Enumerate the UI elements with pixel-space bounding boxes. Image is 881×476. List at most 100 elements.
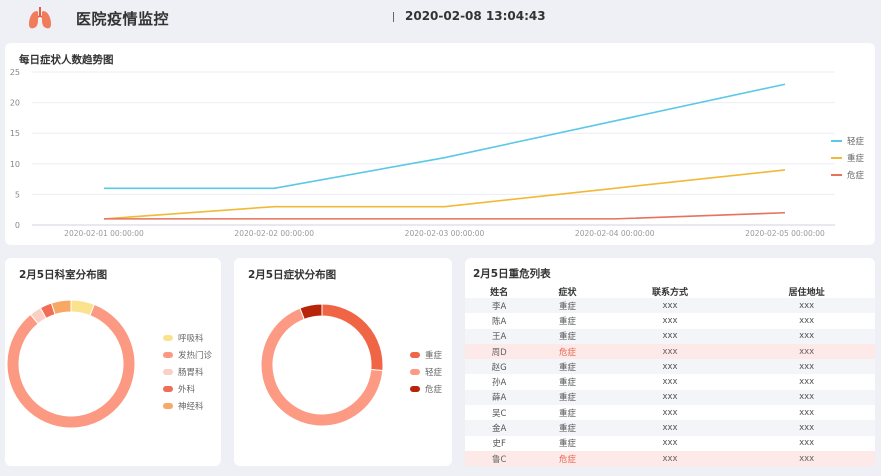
cell-name: 孙A <box>465 374 534 390</box>
legend-swatch <box>163 402 173 409</box>
y-tick-label: 10 <box>10 160 20 169</box>
table-row[interactable]: 周D 危症 xxx xxx <box>465 343 875 360</box>
legend-label: 外科 <box>178 384 196 395</box>
cell-contact: xxx <box>601 435 739 451</box>
cell-address: xxx <box>738 298 875 314</box>
cell-symptom: 危症 <box>533 450 602 467</box>
legend-swatch <box>410 368 420 375</box>
legend-item[interactable]: 危症 <box>831 166 864 183</box>
cell-address: xxx <box>738 313 875 329</box>
series-line-0[interactable] <box>104 83 786 190</box>
legend-swatch <box>831 156 842 159</box>
donut-slice[interactable] <box>299 303 323 320</box>
legend-item[interactable]: 危症 <box>410 380 442 397</box>
table-row[interactable]: 金A 重症 xxx xxx <box>465 420 875 436</box>
y-tick-label: 25 <box>10 68 20 77</box>
cell-name: 史F <box>465 435 534 451</box>
dept-chart-card: 2月5日科室分布图 呼吸科 发热门诊 肠胃科 外科 神经科 <box>5 258 221 466</box>
cell-symptom: 重症 <box>533 359 602 375</box>
critical-list-title: 2月5日重危列表 <box>473 268 551 280</box>
symptom-chart-card: 2月5日症状分布图 重症 轻症 危症 <box>234 258 452 466</box>
legend-label: 危症 <box>425 384 443 395</box>
cell-name: 薛A <box>465 389 534 406</box>
series-line-2[interactable] <box>104 211 786 220</box>
column-header-symptom: 症状 <box>558 288 577 298</box>
cell-symptom: 危症 <box>533 343 602 360</box>
cell-symptom: 重症 <box>533 389 602 406</box>
x-tick-label: 2020-02-01 00:00:00 <box>64 229 144 238</box>
cell-name: 李A <box>465 298 534 314</box>
trend-line-chart: 0 5 10 15 20 25 2020-02-01 00:00:00 2020-02-02 … <box>10 68 835 238</box>
table-row[interactable]: 吴C 重症 xxx xxx <box>465 405 875 421</box>
cell-name: 吴C <box>465 405 534 421</box>
legend-item[interactable]: 重症 <box>410 346 442 363</box>
cell-name: 周D <box>465 343 534 360</box>
legend-swatch <box>163 334 173 341</box>
table-row[interactable]: 鲁C 危症 xxx xxx <box>465 450 875 467</box>
cell-name: 王A <box>465 328 534 344</box>
cell-contact: xxx <box>601 374 739 390</box>
x-tick-label: 2020-02-03 00:00:00 <box>405 229 485 238</box>
cell-symptom: 重症 <box>533 420 602 436</box>
cell-symptom: 重症 <box>533 374 602 390</box>
legend-swatch <box>163 385 173 392</box>
legend-item[interactable]: 肠胃科 <box>163 363 212 380</box>
critical-list-card: 2月5日重危列表 姓名 症状 联系方式 居住地址 李A 重症 xxx xxx 陈A 重症 x… <box>465 258 875 467</box>
y-tick-label: 0 <box>15 221 20 230</box>
column-header-name: 姓名 <box>490 288 509 298</box>
cell-contact: xxx <box>601 405 739 421</box>
legend-label: 呼吸科 <box>178 333 204 344</box>
legend-item[interactable]: 神经科 <box>163 397 212 414</box>
table-row[interactable]: 陈A 重症 xxx xxx <box>465 313 875 329</box>
table-row[interactable]: 王A 重症 xxx xxx <box>465 328 875 344</box>
legend-item[interactable]: 轻症 <box>831 132 864 149</box>
legend-swatch <box>163 351 173 358</box>
dept-legend: 呼吸科发热门诊 肠胃科外科神经科 <box>163 329 212 414</box>
cell-address: xxx <box>738 343 875 360</box>
cell-symptom: 重症 <box>533 313 602 329</box>
y-tick-label: 20 <box>10 99 20 108</box>
table-row[interactable]: 薛A 重症 xxx xxx <box>465 389 875 406</box>
cell-address: xxx <box>738 374 875 390</box>
table-row[interactable]: 赵G 重症 xxx xxx <box>465 359 875 375</box>
cell-name: 陈A <box>465 313 534 329</box>
cell-contact: xxx <box>601 420 739 436</box>
cell-symptom: 重症 <box>533 405 602 421</box>
legend-item[interactable]: 呼吸科 <box>163 329 212 346</box>
legend-item[interactable]: 外科 <box>163 380 212 397</box>
donut-slice[interactable] <box>321 303 384 372</box>
legend-label: 轻症 <box>425 367 443 378</box>
cell-contact: xxx <box>601 359 739 375</box>
app-title: 医院疫情监控 <box>76 10 170 28</box>
legend-label: 重症 <box>425 350 443 361</box>
legend-label: 神经科 <box>178 401 204 412</box>
cell-symptom: 重症 <box>533 435 602 451</box>
y-tick-label: 5 <box>15 190 20 199</box>
cell-name: 鲁C <box>465 450 534 467</box>
cell-contact: xxx <box>601 343 739 360</box>
cell-address: xxx <box>738 420 875 436</box>
donut-slice[interactable] <box>6 303 136 429</box>
current-datetime: 2020-02-08 13:04:43 <box>405 9 546 23</box>
table-row[interactable]: 孙A 重症 xxx xxx <box>465 374 875 390</box>
lungs-icon <box>29 7 51 29</box>
cell-contact: xxx <box>601 450 739 467</box>
cell-address: xxx <box>738 328 875 344</box>
x-tick-label: 2020-02-04 00:00:00 <box>575 229 655 238</box>
legend-item[interactable]: 发热门诊 <box>163 346 212 363</box>
cell-address: xxx <box>738 359 875 375</box>
legend-swatch <box>831 173 842 176</box>
table-row[interactable]: 史F 重症 xxx xxx <box>465 435 875 451</box>
x-tick-label: 2020-02-05 00:00:00 <box>745 229 825 238</box>
legend-item[interactable]: 重症 <box>831 149 864 166</box>
donut-slice[interactable] <box>50 299 72 316</box>
cell-contact: xxx <box>601 298 739 314</box>
cell-symptom: 重症 <box>533 328 602 344</box>
legend-swatch <box>410 351 420 358</box>
legend-item[interactable]: 轻症 <box>410 363 442 380</box>
cell-address: xxx <box>738 405 875 421</box>
table-row[interactable]: 李A 重症 xxx xxx <box>465 298 875 314</box>
y-tick-label: 15 <box>10 129 20 138</box>
table-header-row: 姓名 症状 联系方式 居住地址 <box>465 285 875 298</box>
header-separator <box>393 12 394 22</box>
